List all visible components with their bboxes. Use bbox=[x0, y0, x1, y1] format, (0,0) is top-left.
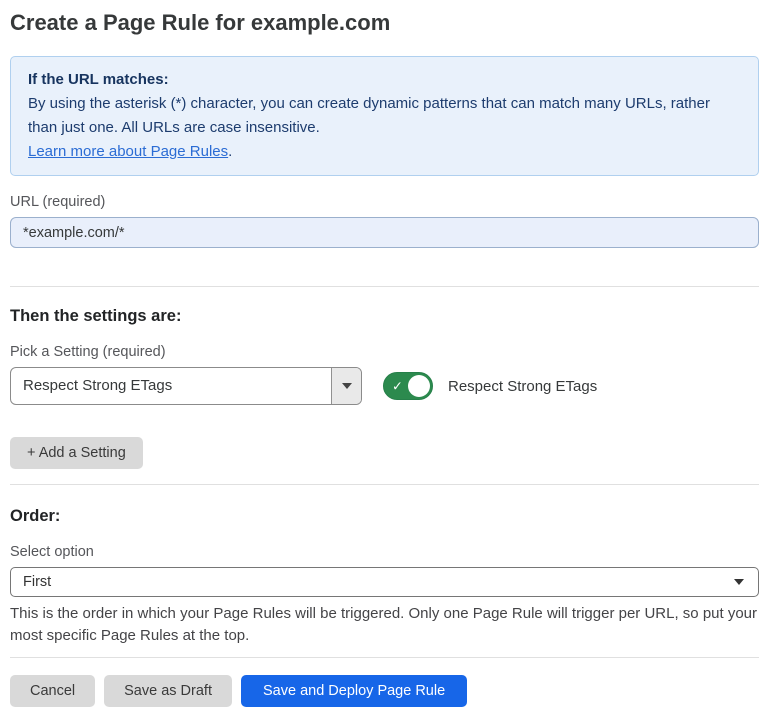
url-match-info-box: If the URL matches: By using the asteris… bbox=[10, 56, 759, 176]
etags-toggle[interactable]: ✓ bbox=[383, 372, 433, 400]
url-input[interactable] bbox=[10, 217, 759, 248]
save-draft-button[interactable]: Save as Draft bbox=[104, 675, 232, 707]
setting-select-arrow-button[interactable] bbox=[331, 368, 361, 404]
divider bbox=[10, 286, 759, 287]
etags-toggle-group: ✓ Respect Strong ETags bbox=[383, 372, 597, 400]
pick-setting-label: Pick a Setting (required) bbox=[10, 344, 759, 361]
footer-actions: Cancel Save as Draft Save and Deploy Pag… bbox=[10, 675, 759, 707]
learn-more-link[interactable]: Learn more about Page Rules bbox=[28, 143, 228, 160]
settings-heading: Then the settings are: bbox=[10, 306, 759, 326]
order-select[interactable]: First bbox=[10, 567, 759, 597]
setting-select-value: Respect Strong ETags bbox=[11, 368, 331, 404]
save-deploy-button[interactable]: Save and Deploy Page Rule bbox=[241, 675, 467, 707]
order-heading: Order: bbox=[10, 506, 759, 526]
toggle-knob bbox=[408, 375, 430, 397]
url-label: URL (required) bbox=[10, 194, 759, 211]
divider bbox=[10, 657, 759, 658]
check-icon: ✓ bbox=[392, 380, 403, 393]
link-period: . bbox=[228, 143, 232, 160]
info-box-body: By using the asterisk (*) character, you… bbox=[28, 92, 741, 140]
info-box-link-row: Learn more about Page Rules. bbox=[28, 140, 741, 164]
cancel-button[interactable]: Cancel bbox=[10, 675, 95, 707]
create-page-rule-form: Create a Page Rule for example.com If th… bbox=[0, 10, 769, 707]
divider bbox=[10, 484, 759, 485]
add-setting-button[interactable]: + Add a Setting bbox=[10, 437, 143, 469]
info-box-heading: If the URL matches: bbox=[28, 68, 741, 92]
setting-row: Respect Strong ETags ✓ Respect Strong ET… bbox=[10, 367, 759, 405]
etags-toggle-label: Respect Strong ETags bbox=[448, 378, 597, 395]
select-option-label: Select option bbox=[10, 544, 759, 561]
order-help-text: This is the order in which your Page Rul… bbox=[10, 603, 759, 646]
chevron-down-icon bbox=[734, 579, 744, 585]
setting-select[interactable]: Respect Strong ETags bbox=[10, 367, 362, 405]
page-title: Create a Page Rule for example.com bbox=[10, 10, 759, 36]
chevron-down-icon bbox=[342, 383, 352, 389]
order-select-value: First bbox=[23, 574, 51, 590]
